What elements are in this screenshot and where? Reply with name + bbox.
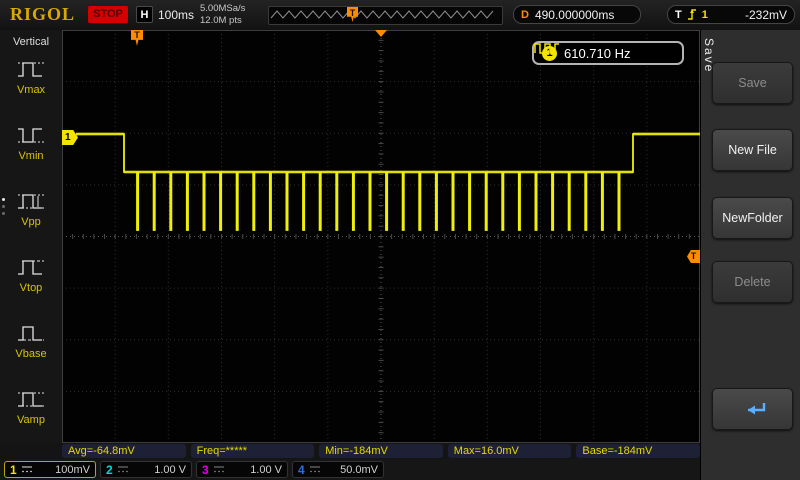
soft-menu-panel: Save Save New File NewFolder Delete xyxy=(700,30,800,480)
measurement-freq: Freq=***** xyxy=(191,444,315,458)
trigger-slope-icon xyxy=(687,8,697,21)
run-state-badge: STOP xyxy=(88,6,128,23)
channel1-scale: 100mV xyxy=(55,464,90,476)
channel2-scale: 1.00 V xyxy=(154,464,186,476)
delay-readout: D 490.000000ms xyxy=(513,5,641,24)
sidebar-item-vtop[interactable]: Vtop xyxy=(0,253,62,313)
channel3-scale: 1.00 V xyxy=(250,464,282,476)
delay-badge: D xyxy=(521,9,529,21)
measurement-min: Min=-184mV xyxy=(319,444,443,458)
rigol-logo: RIGOL xyxy=(10,4,75,25)
measurement-max: Max=16.0mV xyxy=(448,444,572,458)
waveform-display xyxy=(62,30,700,443)
menu-button-delete[interactable]: Delete xyxy=(712,261,793,303)
horizontal-timebase-group: H 100ms xyxy=(136,6,194,23)
channel3-status[interactable]: 3 1.00 V xyxy=(196,461,288,478)
trigger-level-value: -232mV xyxy=(745,8,787,22)
sidebar-item-vbase[interactable]: Vbase xyxy=(0,319,62,379)
trigger-badge: T xyxy=(675,9,682,21)
sample-rate: 5.00MSa/s xyxy=(200,3,245,15)
coupling-dc-icon xyxy=(117,465,129,474)
sidebar-item-vpp[interactable]: Vpp xyxy=(0,187,62,247)
sidebar-item-label: Vbase xyxy=(15,348,46,360)
sidebar-item-label: Vtop xyxy=(20,282,43,294)
menu-button-new-folder[interactable]: NewFolder xyxy=(712,197,793,239)
return-arrow-icon xyxy=(738,400,768,418)
vmax-icon xyxy=(11,55,51,83)
channel-status-bar: 1 100mV 2 1.00 V 3 1.00 V 4 50.0mV xyxy=(0,459,800,480)
counter-value: 610.710 Hz xyxy=(564,46,631,61)
vpp-icon xyxy=(11,187,51,215)
channel3-number: 3 xyxy=(202,463,209,477)
channel2-number: 2 xyxy=(106,463,113,477)
graticule: 1 610.710 Hz T T 1 xyxy=(62,30,700,443)
coupling-dc-icon xyxy=(309,465,321,474)
trigger-source: 1 xyxy=(702,9,708,21)
sidebar-item-vmax[interactable]: Vmax xyxy=(0,55,62,115)
square-wave-icon xyxy=(534,43,560,54)
page-indicator xyxy=(2,198,5,215)
vtop-icon xyxy=(11,253,51,281)
measurement-bar: Avg=-64.8mV Freq=***** Min=-184mV Max=16… xyxy=(62,443,700,459)
trigger-readout: T 1 -232mV xyxy=(667,5,795,24)
coupling-dc-icon xyxy=(21,465,33,474)
sidebar-title: Vertical xyxy=(0,36,62,48)
measurement-base: Base=-184mV xyxy=(576,444,700,458)
acquisition-info: 5.00MSa/s 12.0M pts xyxy=(200,3,245,27)
coupling-dc-icon xyxy=(213,465,225,474)
sidebar-item-label: Vmin xyxy=(18,150,43,162)
sidebar-item-vamp[interactable]: Vamp xyxy=(0,385,62,445)
vbase-icon xyxy=(11,319,51,347)
channel4-scale: 50.0mV xyxy=(340,464,378,476)
measurement-avg: Avg=-64.8mV xyxy=(62,444,186,458)
channel4-status[interactable]: 4 50.0mV xyxy=(292,461,384,478)
channel1-number: 1 xyxy=(10,463,17,477)
sidebar-item-label: Vamp xyxy=(17,414,45,426)
menu-button-save[interactable]: Save xyxy=(712,62,793,104)
frequency-counter: 1 610.710 Hz xyxy=(532,41,684,65)
sidebar-item-label: Vmax xyxy=(17,84,45,96)
timebase-value: 100ms xyxy=(158,8,194,22)
memory-position-strip: T xyxy=(268,6,503,25)
vamp-icon xyxy=(11,385,51,413)
memory-waveform-preview xyxy=(269,7,500,22)
channel4-number: 4 xyxy=(298,463,305,477)
h-badge: H xyxy=(136,6,153,23)
menu-button-back[interactable] xyxy=(712,388,793,430)
top-status-bar: RIGOL STOP H 100ms 5.00MSa/s 12.0M pts T… xyxy=(0,0,800,31)
memory-depth: 12.0M pts xyxy=(200,15,245,27)
sidebar-item-vmin[interactable]: Vmin xyxy=(0,121,62,181)
measure-sidebar: Vertical Vmax Vmin Vpp Vtop Vbase Vamp xyxy=(0,30,62,443)
channel1-status[interactable]: 1 100mV xyxy=(4,461,96,478)
menu-button-new-file[interactable]: New File xyxy=(712,129,793,171)
delay-value: 490.000000ms xyxy=(535,8,614,22)
vmin-icon xyxy=(11,121,51,149)
channel2-status[interactable]: 2 1.00 V xyxy=(100,461,192,478)
sidebar-item-label: Vpp xyxy=(21,216,41,228)
